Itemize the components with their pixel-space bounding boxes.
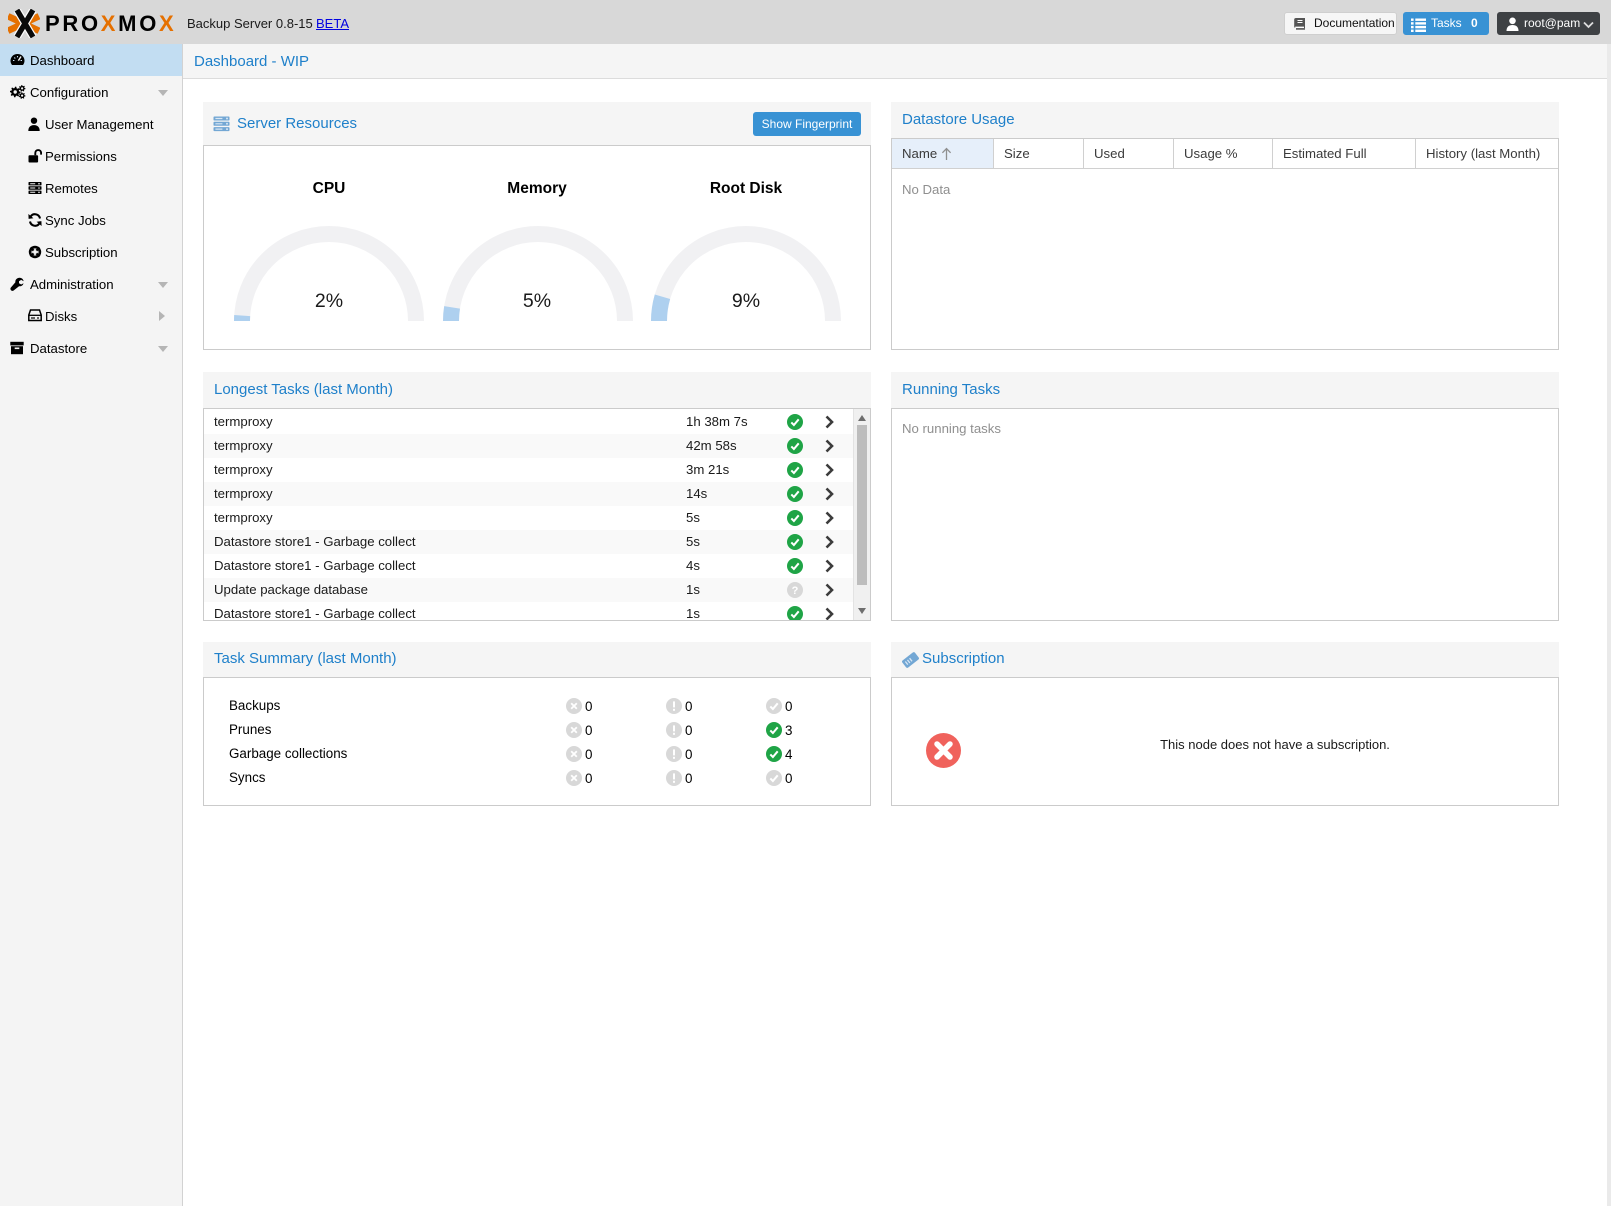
svg-text:?: ? bbox=[792, 585, 799, 597]
